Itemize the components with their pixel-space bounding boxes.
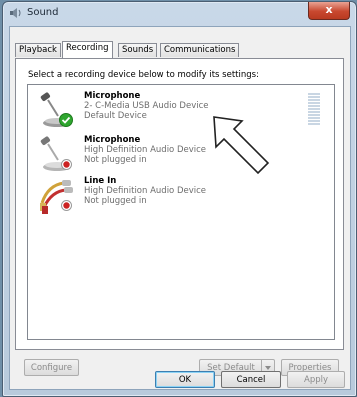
device-status: Default Device [84, 111, 147, 121]
tab-sounds[interactable]: Sounds [118, 43, 158, 57]
window-title: Sound [27, 7, 59, 18]
cancel-button[interactable]: Cancel [221, 371, 281, 388]
tab-recording[interactable]: Recording [62, 41, 113, 58]
device-item-hd-microphone[interactable]: Microphone High Definition Audio Device … [28, 132, 334, 176]
recording-device-list[interactable]: Microphone 2- C-Media USB Audio Device D… [27, 84, 335, 340]
recording-tab-panel: Select a recording device below to modif… [15, 58, 344, 376]
tab-communications[interactable]: Communications [160, 43, 240, 57]
device-name: Microphone [84, 91, 141, 101]
device-name: Microphone [84, 135, 141, 145]
tab-playback[interactable]: Playback [15, 43, 61, 57]
ok-button[interactable]: OK [155, 371, 215, 388]
title-bar[interactable]: Sound x [3, 2, 356, 24]
annotation-arrow-icon [213, 116, 270, 175]
green-check-icon [59, 113, 73, 127]
speaker-app-icon [10, 8, 21, 18]
instruction-text: Select a recording device below to modif… [28, 70, 259, 80]
red-down-arrow-icon [61, 200, 72, 211]
device-status: Not plugged in [84, 155, 147, 165]
device-description: High Definition Audio Device [84, 145, 207, 155]
level-meter-icon [308, 93, 320, 125]
close-button[interactable]: x [308, 2, 350, 20]
red-down-arrow-icon [61, 159, 72, 170]
apply-button[interactable]: Apply [287, 371, 345, 388]
device-description: 2- C-Media USB Audio Device [84, 101, 209, 111]
device-status: Not plugged in [84, 196, 147, 206]
device-item-line-in[interactable]: Line In High Definition Audio Device Not… [28, 173, 334, 217]
device-description: High Definition Audio Device [84, 186, 207, 196]
dialog-body: Playback Recording Sounds Communications… [9, 26, 351, 390]
device-item-usb-microphone[interactable]: Microphone 2- C-Media USB Audio Device D… [28, 88, 334, 132]
sound-dialog: Sound x Playback Recording Sounds Commun… [2, 1, 357, 397]
configure-button[interactable]: Configure [24, 359, 79, 376]
device-name: Line In [84, 176, 117, 186]
